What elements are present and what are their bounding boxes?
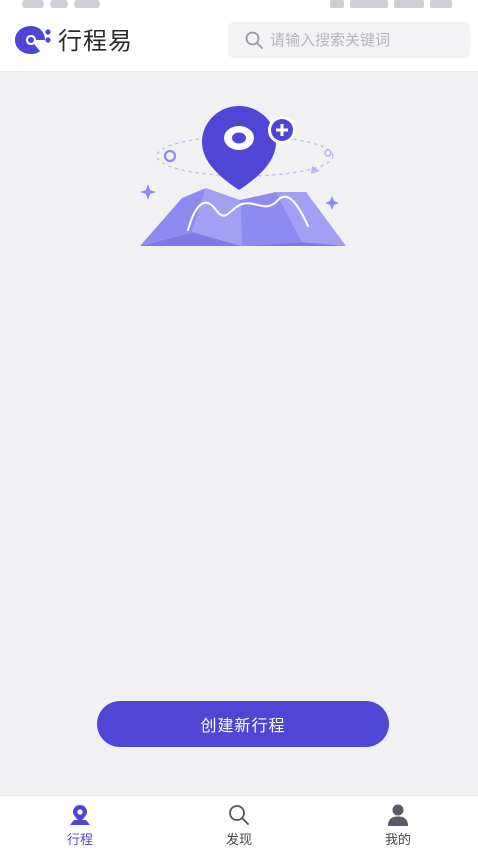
app-logo-icon (15, 26, 51, 54)
status-bar (0, 0, 478, 8)
bottom-tab-bar: 行程 发现 我的 (0, 795, 478, 850)
tab-profile[interactable]: 我的 (318, 796, 478, 850)
top-header: 行程易 (0, 8, 478, 72)
search-input[interactable] (270, 25, 460, 55)
empty-state-illustration (140, 106, 346, 246)
tab-label: 行程 (66, 833, 93, 848)
search-box[interactable] (228, 22, 470, 58)
tab-itinerary[interactable]: 行程 (0, 796, 160, 850)
map-pin-icon (70, 805, 90, 825)
search-icon (229, 805, 249, 825)
search-icon (245, 31, 263, 49)
status-bar-right (292, 0, 452, 8)
tab-label: 发现 (225, 833, 252, 848)
status-bar-left (22, 0, 112, 8)
tab-label: 我的 (384, 833, 411, 848)
user-icon (388, 804, 408, 826)
app-title: 行程易 (58, 27, 133, 55)
tab-discover[interactable]: 发现 (160, 796, 318, 850)
create-trip-button[interactable]: 创建新行程 (97, 701, 389, 747)
app-screen: 行程易 创建新 (0, 0, 478, 850)
